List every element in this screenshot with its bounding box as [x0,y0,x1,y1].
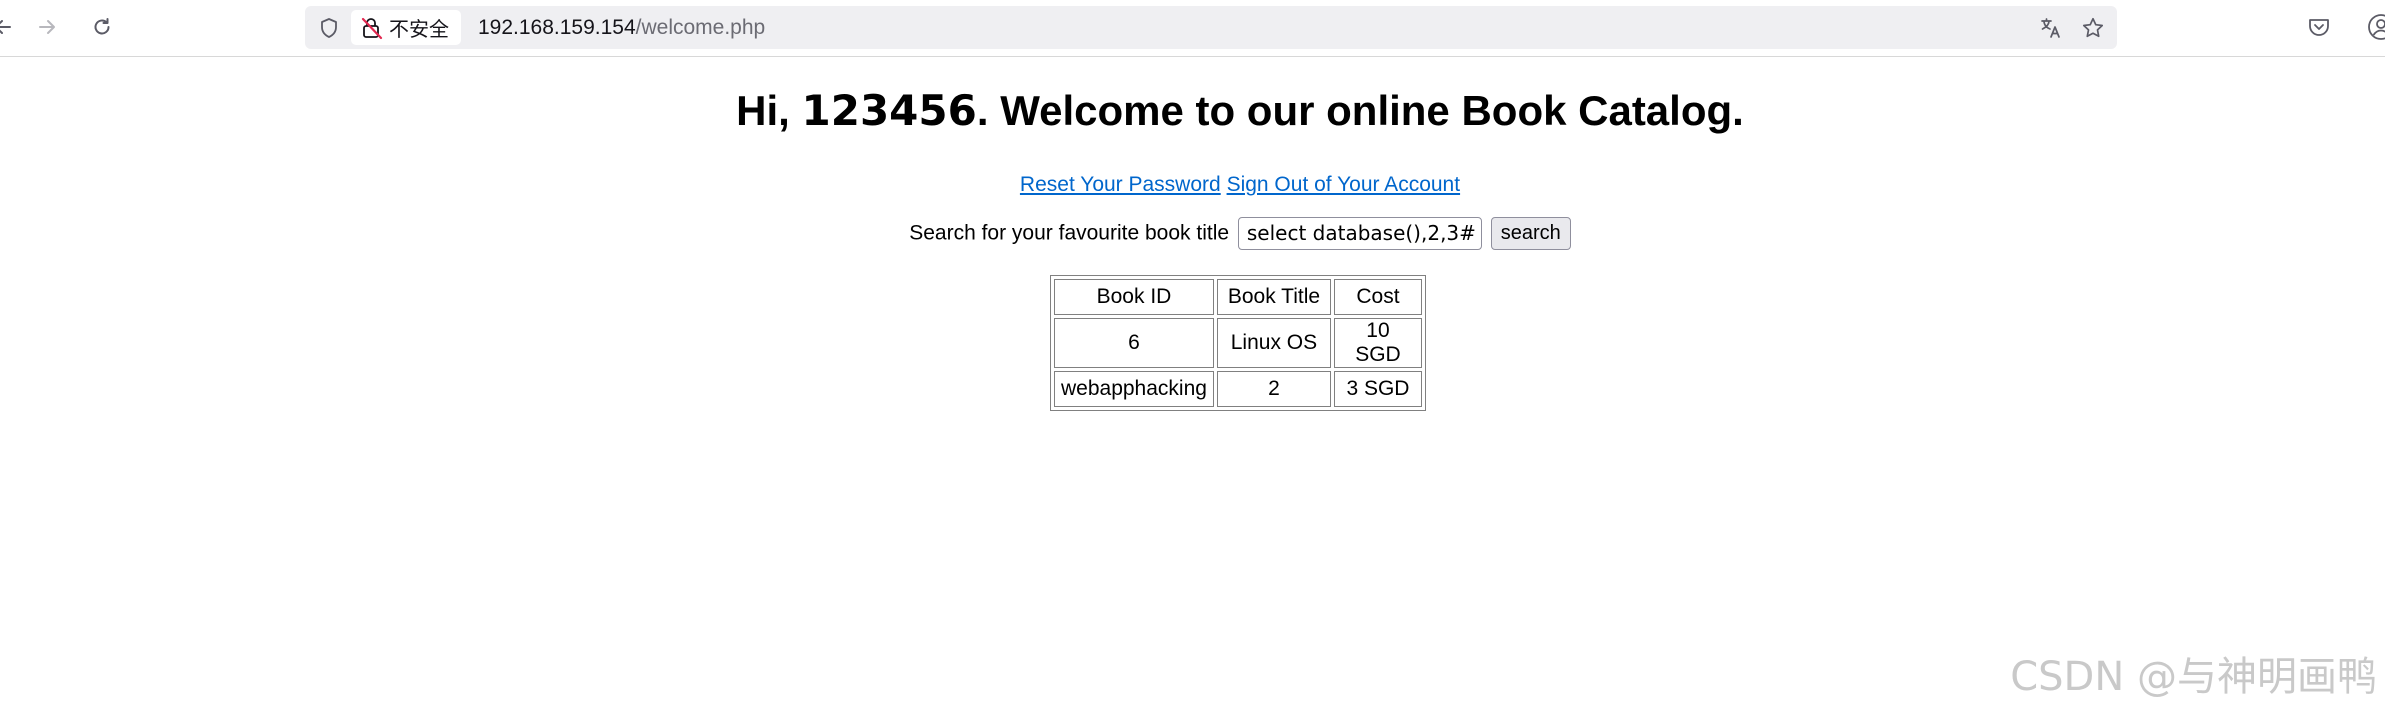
search-input[interactable]: ion select database(),2,3# [1237,217,1482,250]
bookmark-star-icon[interactable] [2081,16,2105,40]
reload-icon[interactable] [85,10,119,44]
header-book-id: Book ID [1054,279,1214,315]
table-header-row: Book ID Book Title Cost [1054,279,1422,315]
welcome-heading: Hi, 123456. Welcome to our online Book C… [0,86,2385,135]
account-icon[interactable] [2366,12,2385,42]
header-book-title: Book Title [1216,279,1331,315]
table-row: webapphacking 2 3 SGD [1054,371,1422,407]
search-button[interactable]: search [1490,217,1571,250]
search-label: Search for your favourite book title [909,221,1230,245]
table-row: 6 Linux OS 10 SGD [1054,318,1422,368]
header-cost: Cost [1333,279,1422,315]
url-bar[interactable]: 不安全 192.168.159.154/welcome.php [305,6,2117,49]
watermark: CSDN @与神明画鸭 [2010,654,2377,700]
back-icon[interactable] [0,10,20,44]
table-cell: 3 SGD [1333,371,1422,407]
forward-icon[interactable] [30,10,64,44]
table-cell: 10 SGD [1333,318,1422,368]
table-cell: 2 [1216,371,1331,407]
table-cell: 6 [1054,318,1214,368]
book-table: Book ID Book Title Cost 6 Linux OS 10 SG… [1050,275,1426,411]
search-form: Search for your favourite book title ion… [0,217,2385,250]
security-label: 不安全 [389,17,449,41]
shield-icon[interactable] [317,16,341,40]
heading-prefix: Hi, [736,87,802,134]
insecure-indicator[interactable]: 不安全 [351,10,461,45]
translate-icon[interactable] [2039,16,2063,40]
url-path: /welcome.php [635,16,766,39]
reset-password-link[interactable]: Reset Your Password [1020,173,1221,196]
url-host: 192.168.159.154 [478,16,636,39]
table-cell: webapphacking [1054,371,1214,407]
table-cell: Linux OS [1216,318,1331,368]
browser-toolbar: 不安全 192.168.159.154/welcome.php [0,0,2385,57]
heading-suffix: . Welcome to our online Book Catalog. [976,87,1744,134]
url-text[interactable]: 192.168.159.154/welcome.php [478,15,765,41]
sign-out-link[interactable]: Sign Out of Your Account [1227,173,1461,196]
pocket-icon[interactable] [2306,14,2332,40]
username: 123456 [801,86,977,135]
account-links: Reset Your Password Sign Out of Your Acc… [0,173,2385,197]
search-input-value: ion select database(),2,3# [1239,221,1476,245]
insecure-lock-icon [361,17,383,39]
